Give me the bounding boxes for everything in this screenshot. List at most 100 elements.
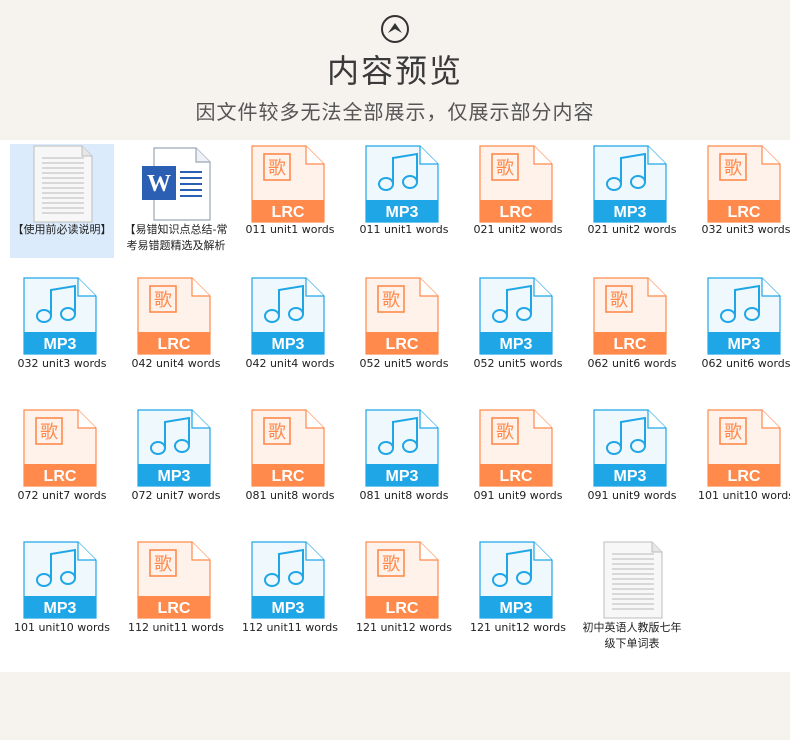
file-name: 042 unit4 words — [245, 357, 335, 370]
file-item[interactable]: 歌 LRC 112 unit11 words — [124, 540, 228, 668]
file-name: 101 unit10 words — [697, 489, 790, 502]
svg-text:歌: 歌 — [154, 290, 172, 311]
file-item[interactable]: 【使用前必读说明】 — [10, 144, 114, 272]
lrc-file-icon: 歌 LRC — [479, 409, 553, 487]
mp3-file-icon: MP3 — [593, 145, 667, 223]
file-item[interactable]: MP3 052 unit5 words — [466, 276, 570, 404]
file-item[interactable]: 歌 LRC 011 unit1 words — [238, 144, 342, 272]
mp3-file-icon: MP3 — [707, 277, 781, 355]
svg-text:歌: 歌 — [610, 290, 628, 311]
mp3-file-icon: MP3 — [251, 541, 325, 619]
mp3-file-icon: MP3 — [23, 277, 97, 355]
file-item[interactable]: MP3 042 unit4 words — [238, 276, 342, 404]
svg-text:歌: 歌 — [268, 422, 286, 443]
lrc-file-icon: 歌 LRC — [365, 541, 439, 619]
svg-text:LRC: LRC — [500, 204, 533, 221]
file-item[interactable]: W 【易错知识点总结-常考易错题精选及解析 — [124, 144, 228, 272]
svg-text:LRC: LRC — [44, 468, 77, 485]
svg-text:MP3: MP3 — [272, 336, 305, 353]
mp3-file-icon: MP3 — [137, 409, 211, 487]
svg-text:MP3: MP3 — [614, 468, 647, 485]
file-name: 112 unit11 words — [127, 621, 225, 634]
bottom-band — [0, 672, 790, 740]
file-item[interactable]: MP3 032 unit3 words — [10, 276, 114, 404]
svg-text:歌: 歌 — [496, 158, 514, 179]
lrc-file-icon: 歌 LRC — [137, 541, 211, 619]
file-item[interactable]: MP3 101 unit10 words — [10, 540, 114, 668]
file-item[interactable]: MP3 062 unit6 words — [694, 276, 790, 404]
page-title: 内容预览 — [326, 52, 463, 90]
file-item[interactable]: MP3 121 unit12 words — [466, 540, 570, 668]
file-name: 062 unit6 words — [587, 357, 677, 370]
lrc-file-icon: 歌 LRC — [251, 145, 325, 223]
lrc-file-icon: 歌 LRC — [23, 409, 97, 487]
file-item[interactable]: 歌 LRC 072 unit7 words — [10, 408, 114, 536]
file-item[interactable]: MP3 091 unit9 words — [580, 408, 684, 536]
mp3-file-icon: MP3 — [251, 277, 325, 355]
mp3-file-icon: MP3 — [479, 541, 553, 619]
mp3-file-icon: MP3 — [365, 145, 439, 223]
file-item[interactable]: MP3 081 unit8 words — [352, 408, 456, 536]
file-name: 062 unit6 words — [701, 357, 790, 370]
file-browser-panel: 【使用前必读说明】 W 【易错知识点总结-常考易错题精选及解析 歌 LRC 01… — [0, 140, 790, 672]
mp3-file-icon: MP3 — [23, 541, 97, 619]
lrc-file-icon: 歌 LRC — [365, 277, 439, 355]
file-name: 011 unit1 words — [359, 223, 449, 236]
svg-text:歌: 歌 — [382, 290, 400, 311]
svg-text:LRC: LRC — [158, 600, 191, 617]
mp3-file-icon: MP3 — [479, 277, 553, 355]
file-item[interactable]: 歌 LRC 021 unit2 words — [466, 144, 570, 272]
file-item[interactable]: MP3 021 unit2 words — [580, 144, 684, 272]
file-name: 112 unit11 words — [241, 621, 339, 634]
file-name: 【易错知识点总结-常考易错题精选及解析 — [124, 223, 228, 252]
svg-text:LRC: LRC — [500, 468, 533, 485]
file-item[interactable]: MP3 112 unit11 words — [238, 540, 342, 668]
preview-header: 内容预览 因文件较多无法全部展示，仅展示部分内容 — [0, 0, 790, 140]
file-grid: 【使用前必读说明】 W 【易错知识点总结-常考易错题精选及解析 歌 LRC 01… — [0, 140, 790, 672]
svg-text:歌: 歌 — [496, 422, 514, 443]
svg-text:MP3: MP3 — [500, 600, 533, 617]
file-item[interactable]: 歌 LRC 042 unit4 words — [124, 276, 228, 404]
file-item[interactable]: 歌 LRC 052 unit5 words — [352, 276, 456, 404]
file-item[interactable]: 歌 LRC 062 unit6 words — [580, 276, 684, 404]
file-item[interactable]: 歌 LRC 032 unit3 words — [694, 144, 790, 272]
svg-text:歌: 歌 — [382, 554, 400, 575]
lrc-file-icon: 歌 LRC — [479, 145, 553, 223]
file-name: 042 unit4 words — [131, 357, 221, 370]
file-name: 121 unit12 words — [469, 621, 567, 634]
file-item[interactable]: MP3 011 unit1 words — [352, 144, 456, 272]
svg-text:LRC: LRC — [614, 336, 647, 353]
file-name: 初中英语人教版七年级下单词表 — [582, 621, 682, 650]
svg-text:MP3: MP3 — [272, 600, 305, 617]
file-name: 052 unit5 words — [359, 357, 449, 370]
file-name: 052 unit5 words — [473, 357, 563, 370]
file-item[interactable]: MP3 072 unit7 words — [124, 408, 228, 536]
svg-text:歌: 歌 — [268, 158, 286, 179]
lrc-file-icon: 歌 LRC — [593, 277, 667, 355]
svg-text:LRC: LRC — [158, 336, 191, 353]
svg-text:MP3: MP3 — [44, 600, 77, 617]
svg-text:LRC: LRC — [272, 204, 305, 221]
lrc-file-icon: 歌 LRC — [251, 409, 325, 487]
file-name: 101 unit10 words — [13, 621, 111, 634]
file-name: 011 unit1 words — [245, 223, 335, 236]
file-name: 091 unit9 words — [587, 489, 677, 502]
svg-text:MP3: MP3 — [386, 204, 419, 221]
file-item[interactable]: 歌 LRC 091 unit9 words — [466, 408, 570, 536]
file-name: 032 unit3 words — [701, 223, 790, 236]
file-name: 091 unit9 words — [473, 489, 563, 502]
lrc-file-icon: 歌 LRC — [137, 277, 211, 355]
file-name: 072 unit7 words — [131, 489, 221, 502]
file-item[interactable]: 歌 LRC 121 unit12 words — [352, 540, 456, 668]
file-item[interactable]: 初中英语人教版七年级下单词表 — [580, 540, 684, 668]
lrc-file-icon: 歌 LRC — [707, 145, 781, 223]
file-name: 081 unit8 words — [359, 489, 449, 502]
file-item[interactable]: 歌 LRC 101 unit10 words — [694, 408, 790, 536]
svg-text:歌: 歌 — [724, 422, 742, 443]
svg-text:MP3: MP3 — [500, 336, 533, 353]
chevron-up-circle-icon[interactable] — [380, 14, 410, 44]
file-name: 032 unit3 words — [17, 357, 107, 370]
file-item[interactable]: 歌 LRC 081 unit8 words — [238, 408, 342, 536]
svg-text:LRC: LRC — [272, 468, 305, 485]
svg-text:MP3: MP3 — [728, 336, 761, 353]
